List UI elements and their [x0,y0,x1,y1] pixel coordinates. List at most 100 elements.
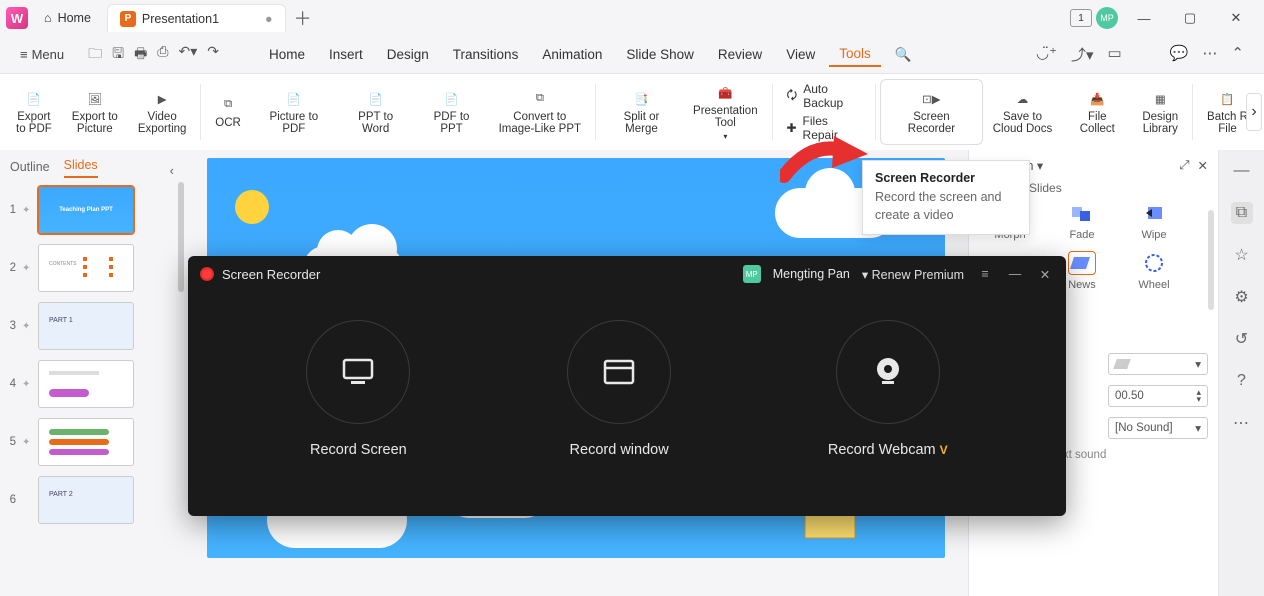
recorder-avatar: MP [743,265,761,283]
auto-backup[interactable]: 🗘Auto Backup [786,82,861,110]
chevron-down-icon: ▾ [723,132,727,141]
video-exporting[interactable]: ▶Video Exporting [128,74,197,150]
screen-recorder-button[interactable]: ⊡▶Screen Recorder [880,79,983,145]
home-icon: ⌂ [44,11,52,25]
pic-pdf-icon: 📄 [283,90,305,108]
pdf-icon: 📄 [23,90,45,108]
share-icon[interactable]: ⤴▾ [1071,44,1094,65]
menubar: ≡Menu 🗀 🖫 🖶 ⎙ ↶▾ ↷ Home Insert Design Tr… [0,36,1264,74]
convert-image-like-ppt[interactable]: ⧉Convert to Image-Like PPT [489,74,591,150]
maximize-button[interactable]: ▢ [1168,3,1212,33]
more-sidebar-icon[interactable]: ⋯ [1231,412,1253,434]
sound-select[interactable]: [No Sound]▾ [1108,417,1208,439]
transition-wipe[interactable]: Wipe [1123,201,1185,241]
tab-home[interactable]: ⌂ Home [32,4,103,32]
minimize-button[interactable]: — [1122,3,1166,33]
recorder-titlebar: Screen Recorder MP Mengting Pan ▾ Renew … [188,256,1066,292]
chat-icon[interactable]: 💬 [1170,44,1189,65]
recorder-close-button[interactable]: ✕ [1036,267,1054,282]
ppt-to-word[interactable]: 📄PPT to Word [337,74,415,150]
split-or-merge[interactable]: 📑Split or Merge [600,74,683,150]
collect-icon: 📥 [1086,90,1108,108]
recorder-title: Screen Recorder [222,267,320,282]
account-icon[interactable]: ◡̈⁺ [1036,44,1057,65]
export-to-pdf[interactable]: 📄Export to PDF [6,74,62,150]
transition-wheel[interactable]: Wheel [1123,251,1185,291]
export-to-picture[interactable]: 🖼Export to Picture [62,74,128,150]
print-icon[interactable]: 🖶 [134,43,147,67]
record-screen-option[interactable]: Record Screen [306,320,410,458]
speed-input[interactable]: 00.50▴▾ [1108,385,1208,407]
slide-thumb-1[interactable]: Teaching Plan PPT [38,186,134,234]
menu-review[interactable]: Review [708,43,772,66]
recorder-minimize-button[interactable]: — [1006,267,1024,281]
pin-icon[interactable]: ⤢ [1180,158,1190,173]
avatar[interactable]: MP [1096,7,1118,29]
recorder-menu-icon[interactable]: ≡ [976,267,994,281]
backup-icon: 🗘 [786,86,797,107]
word-icon: 📄 [365,90,387,108]
history-icon[interactable]: ↺ [1231,328,1253,350]
renew-premium-link[interactable]: ▾ Renew Premium [862,267,964,282]
minimize-sidebar-icon[interactable]: — [1231,160,1253,182]
picture-to-pdf[interactable]: 📄Picture to PDF [251,74,337,150]
presentation-tool[interactable]: 🧰Presentation Tool▾ [683,74,768,150]
screen-icon[interactable]: ▭ [1108,44,1122,65]
menu-home[interactable]: Home [259,43,315,66]
redo-icon[interactable]: ↷ [207,43,219,67]
slides-tab[interactable]: Slides [64,158,98,178]
open-icon[interactable]: 🗀 [88,43,102,67]
file-collect[interactable]: 📥File Collect [1062,74,1132,150]
tooltip-title: Screen Recorder [875,171,1017,185]
collapse-ribbon-icon[interactable]: ⌃ [1231,44,1244,65]
record-webcam-option[interactable]: Record WebcamV [828,320,948,458]
tab-home-label: Home [58,11,91,25]
search-icon[interactable]: 🔍 [885,43,922,67]
svg-text:CONTENTS: CONTENTS [49,261,77,267]
slide-thumb-3[interactable]: PART 1 [38,302,134,350]
screen-recorder-tooltip: Screen Recorder Record the screen and cr… [862,160,1030,235]
tab-document[interactable]: P Presentation1 ● [107,4,286,32]
menu-tools[interactable]: Tools [829,42,881,67]
menu-slideshow[interactable]: Slide Show [616,43,704,66]
slide-thumb-5[interactable] [38,418,134,466]
new-tab-button[interactable]: ＋ [290,5,316,31]
close-panel-icon[interactable]: ✕ [1198,158,1208,173]
menu-button[interactable]: ≡Menu [12,43,72,66]
window-count[interactable]: 1 [1070,9,1092,27]
menu-view[interactable]: View [776,43,825,66]
ribbon-scroll-right[interactable]: › [1246,93,1262,131]
menu-design[interactable]: Design [377,43,439,66]
gallery-scrollbar[interactable] [1208,210,1214,310]
collapse-pane-icon[interactable]: ‹ [170,163,174,178]
pdf-to-ppt[interactable]: 📄PDF to PPT [414,74,488,150]
more-icon[interactable]: ⋯ [1202,44,1217,65]
outline-tab[interactable]: Outline [10,160,50,178]
slide-thumb-2[interactable]: CONTENTS [38,244,134,292]
transition-fade[interactable]: Fade [1051,201,1113,241]
close-button[interactable]: ✕ [1214,3,1258,33]
menu-transitions[interactable]: Transitions [443,43,529,66]
save-to-cloud-docs[interactable]: ☁Save to Cloud Docs [983,74,1062,150]
toolbox-icon: 🧰 [714,84,736,102]
preview-icon[interactable]: ⎙ [157,43,168,67]
library-icon: ▦ [1149,90,1171,108]
favorite-icon[interactable]: ☆ [1231,244,1253,266]
effect-option-select[interactable]: ▾ [1108,353,1208,375]
monitor-icon [341,357,375,387]
help-icon[interactable]: ? [1231,370,1253,392]
transitions-panel-icon[interactable]: ⧉ [1231,202,1253,224]
save-icon[interactable]: 🖫 [112,43,124,67]
tooltip-desc: Record the screen and create a video [875,189,1017,224]
record-window-option[interactable]: Record window [567,320,671,458]
menu-insert[interactable]: Insert [319,43,373,66]
menu-animation[interactable]: Animation [532,43,612,66]
undo-icon[interactable]: ↶▾ [178,43,197,67]
slide-thumb-4[interactable] [38,360,134,408]
design-library[interactable]: ▦Design Library [1132,74,1188,150]
thumbnails-list: 1✦Teaching Plan PPT 2✦CONTENTS 3✦PART 1 … [0,178,184,596]
ocr[interactable]: ⧉OCR [205,74,251,150]
slide-thumb-6[interactable]: PART 2 [38,476,134,524]
settings-icon[interactable]: ⚙ [1231,286,1253,308]
sun-shape [235,190,269,224]
